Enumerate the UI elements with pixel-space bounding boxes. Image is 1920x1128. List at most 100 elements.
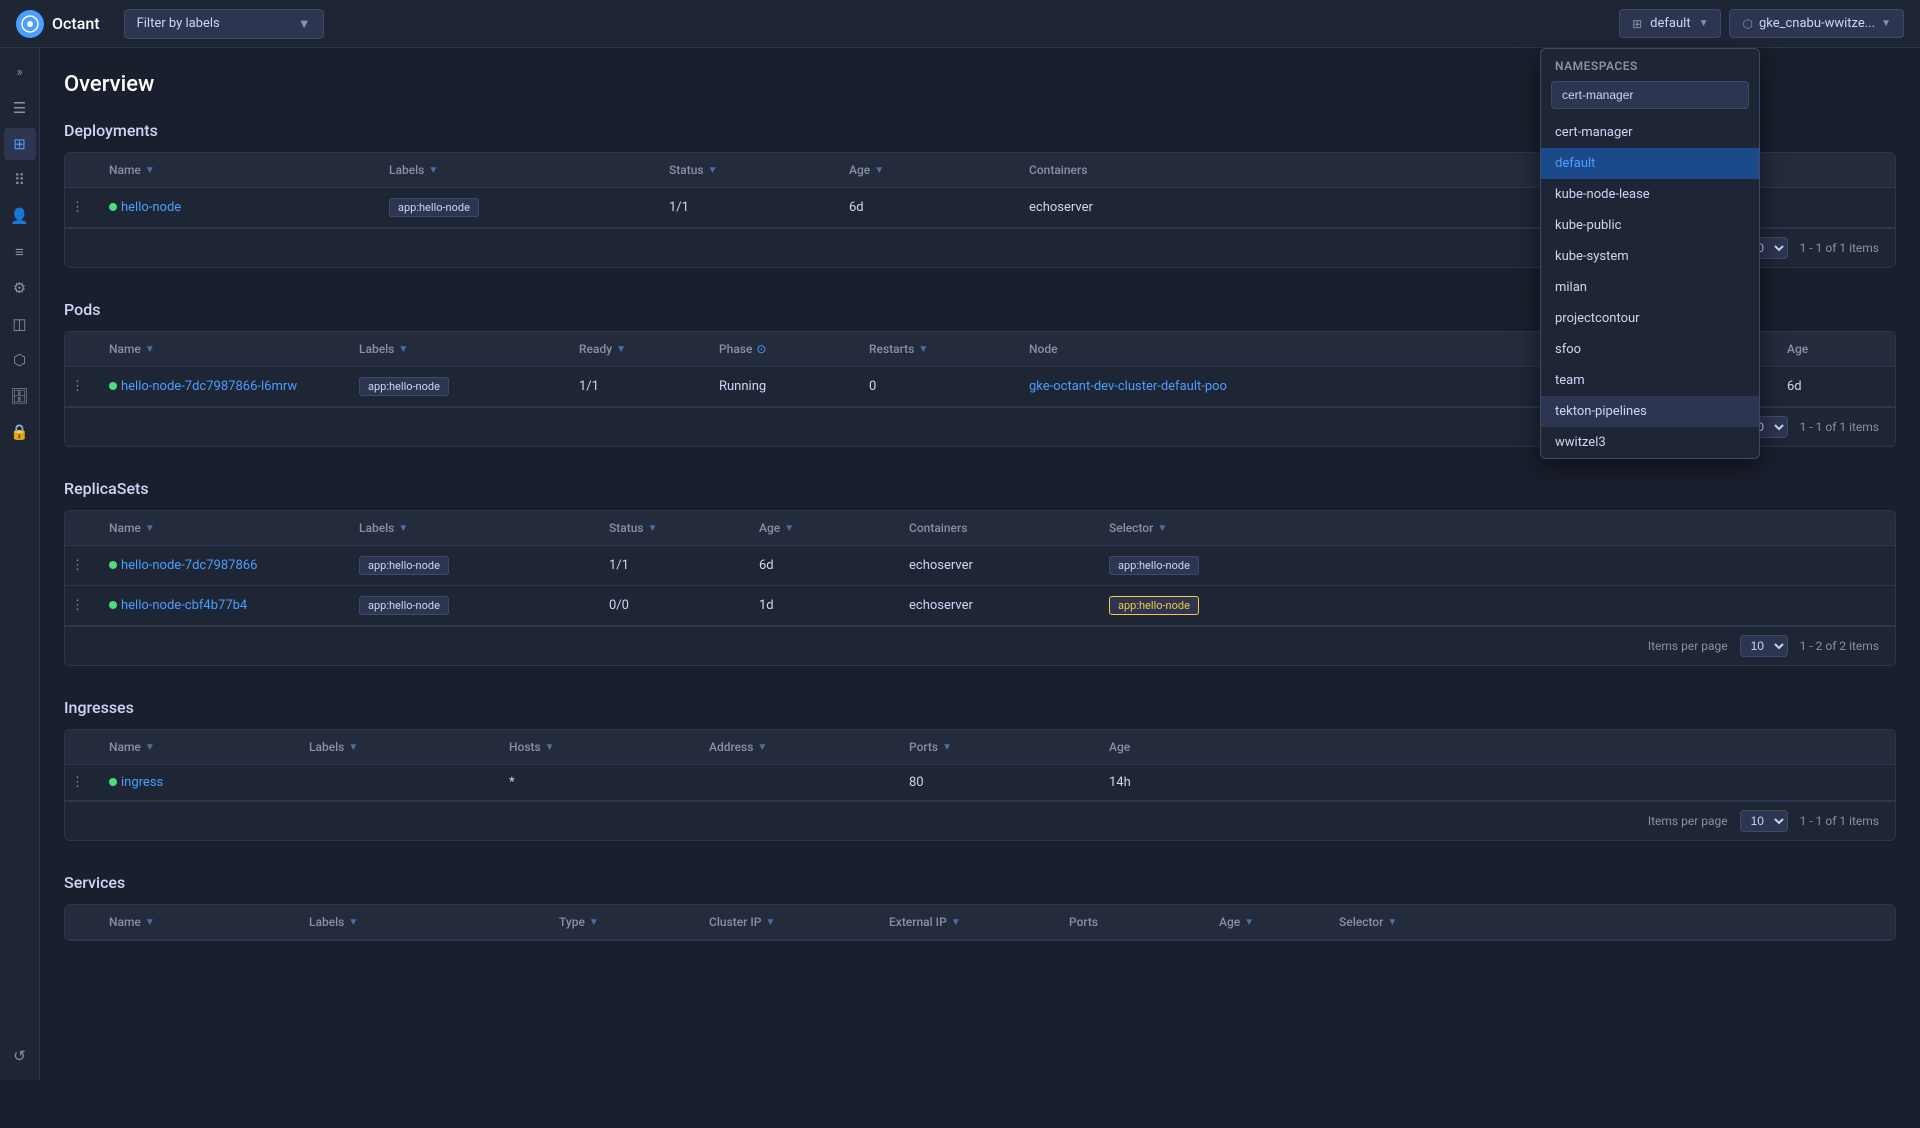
sidebar-expand-button[interactable]: »	[4, 56, 36, 88]
sort-icon-ing-address: ▼	[757, 742, 767, 753]
rs-row-actions-menu-2[interactable]: ⋮	[65, 590, 97, 621]
sort-icon-rs-labels: ▼	[398, 523, 408, 534]
th-svc-name[interactable]: Name ▼	[97, 905, 297, 939]
th-rs-labels[interactable]: Labels ▼	[347, 511, 597, 545]
th-svc-labels[interactable]: Labels ▼	[297, 905, 547, 939]
table-row: ⋮ ingress * 80 14h	[65, 765, 1895, 801]
namespace-item-kube-public[interactable]: kube-public	[1541, 210, 1759, 241]
sidebar-icon-user[interactable]: 👤	[4, 200, 36, 232]
th-pod-name[interactable]: Name ▼	[97, 332, 347, 366]
namespace-item-cert-manager[interactable]: cert-manager	[1541, 117, 1759, 148]
th-actions-spacer	[65, 153, 97, 187]
namespace-item-kube-node-lease[interactable]: kube-node-lease	[1541, 179, 1759, 210]
namespace-item-projectcontour[interactable]: projectcontour	[1541, 303, 1759, 334]
deployment-status: 1/1	[657, 190, 837, 225]
sort-icon-pod-restarts: ▼	[918, 344, 928, 355]
sort-icon-svc-clusterip: ▼	[765, 917, 775, 928]
ing-per-page-select[interactable]: 10 25 50	[1740, 810, 1788, 832]
th-pod-phase[interactable]: Phase ⊙	[707, 332, 857, 366]
th-pod-restarts[interactable]: Restarts ▼	[857, 332, 1017, 366]
namespace-item-tekton-pipelines[interactable]: tekton-pipelines	[1541, 396, 1759, 427]
namespace-grid-icon: ⊞	[1632, 17, 1642, 31]
rs-labels-1: app:hello-node	[347, 546, 597, 585]
namespace-item-default[interactable]: default	[1541, 148, 1759, 179]
th-ing-name[interactable]: Name ▼	[97, 730, 297, 764]
sort-icon-rs-age: ▼	[784, 523, 794, 534]
filter-labels-dropdown[interactable]: Filter by labels ▼	[124, 9, 324, 39]
namespace-search-input[interactable]	[1551, 81, 1749, 109]
th-rs-actions-spacer	[65, 511, 97, 545]
sidebar-icon-layers[interactable]: ◫	[4, 308, 36, 340]
rs-per-page-select[interactable]: 10 25 50	[1740, 635, 1788, 657]
pod-restarts: 0	[857, 369, 1017, 404]
table-row: ⋮ hello-node-cbf4b77b4 app:hello-node 0/…	[65, 586, 1895, 626]
th-dep-labels[interactable]: Labels ▼	[377, 153, 657, 187]
sort-icon-svc-name: ▼	[145, 917, 155, 928]
sidebar-icon-storage[interactable]: 🗄	[4, 380, 36, 412]
th-svc-age[interactable]: Age ▼	[1207, 905, 1327, 939]
th-pod-ready[interactable]: Ready ▼	[567, 332, 707, 366]
rs-name-link-2[interactable]: hello-node-cbf4b77b4	[97, 588, 347, 623]
deployment-age: 6d	[837, 190, 1017, 225]
th-dep-name[interactable]: Name ▼	[97, 153, 377, 187]
ingress-name-link[interactable]: ingress	[97, 765, 297, 800]
sort-icon-pod-labels: ▼	[398, 344, 408, 355]
sidebar-icon-update[interactable]: ↺	[4, 1040, 36, 1072]
sidebar-icon-document[interactable]: ☰	[4, 92, 36, 124]
th-ing-labels[interactable]: Labels ▼	[297, 730, 497, 764]
status-dot-green	[109, 561, 117, 569]
th-ing-address[interactable]: Address ▼	[697, 730, 897, 764]
ingress-age: 14h	[1097, 765, 1895, 800]
namespace-item-sfoo[interactable]: sfoo	[1541, 334, 1759, 365]
th-dep-status[interactable]: Status ▼	[657, 153, 837, 187]
th-rs-name[interactable]: Name ▼	[97, 511, 347, 545]
rs-row-actions-menu-1[interactable]: ⋮	[65, 550, 97, 581]
sidebar-icon-grid[interactable]: ⠿	[4, 164, 36, 196]
th-rs-age[interactable]: Age ▼	[747, 511, 897, 545]
th-rs-status[interactable]: Status ▼	[597, 511, 747, 545]
phase-filter-icon[interactable]: ⊙	[756, 342, 766, 356]
sort-icon-dep-age: ▼	[874, 165, 884, 176]
ing-items-per-page-label: Items per page	[1648, 814, 1728, 828]
th-svc-type[interactable]: Type ▼	[547, 905, 697, 939]
deployment-name-link[interactable]: hello-node	[97, 190, 377, 225]
rs-selector-1: app:hello-node	[1097, 546, 1895, 585]
th-dep-age[interactable]: Age ▼	[837, 153, 1017, 187]
sidebar-icon-security[interactable]: 🔒	[4, 416, 36, 448]
rs-name-link-1[interactable]: hello-node-7dc7987866	[97, 548, 347, 583]
sidebar-icon-settings[interactable]: ⚙	[4, 272, 36, 304]
th-ing-ports[interactable]: Ports ▼	[897, 730, 1097, 764]
namespace-item-team[interactable]: team	[1541, 365, 1759, 396]
namespace-item-wwitzel3[interactable]: wwitzel3	[1541, 427, 1759, 458]
rs-age-1: 6d	[747, 548, 897, 583]
sidebar-icon-dashboard[interactable]: ⊞	[4, 128, 36, 160]
pod-row-actions-menu[interactable]: ⋮	[65, 371, 97, 402]
label-tag: app:hello-node	[359, 596, 449, 615]
selector-tag-1: app:hello-node	[1109, 556, 1199, 575]
th-ing-hosts[interactable]: Hosts ▼	[497, 730, 697, 764]
status-dot-green	[109, 382, 117, 390]
cluster-hex-icon: ⬡	[1742, 17, 1752, 31]
pod-ready: 1/1	[567, 369, 707, 404]
services-section: Services Name ▼ Labels ▼ Type ▼ Cluster …	[64, 873, 1896, 941]
sidebar-icon-list[interactable]: ≡	[4, 236, 36, 268]
sort-icon-ing-ports: ▼	[942, 742, 952, 753]
sidebar-icon-network[interactable]: ⬡	[4, 344, 36, 376]
th-svc-externalip[interactable]: External IP ▼	[877, 905, 1057, 939]
namespace-item-milan[interactable]: milan	[1541, 272, 1759, 303]
app-title: Octant	[52, 14, 100, 33]
th-svc-clusterip[interactable]: Cluster IP ▼	[697, 905, 877, 939]
sort-icon-ing-name: ▼	[145, 742, 155, 753]
table-row: ⋮ hello-node-7dc7987866 app:hello-node 1…	[65, 546, 1895, 586]
row-actions-menu[interactable]: ⋮	[65, 192, 97, 223]
th-pod-labels[interactable]: Labels ▼	[347, 332, 567, 366]
pod-name-link[interactable]: hello-node-7dc7987866-l6mrw	[97, 369, 347, 404]
namespace-item-kube-system[interactable]: kube-system	[1541, 241, 1759, 272]
sort-icon-dep-name: ▼	[145, 165, 155, 176]
ing-row-actions-menu[interactable]: ⋮	[65, 767, 97, 798]
cluster-selector[interactable]: ⬡ gke_cnabu-wwitze... ▼	[1729, 9, 1904, 38]
ing-pagination-count: 1 - 1 of 1 items	[1800, 814, 1879, 828]
namespace-selector[interactable]: ⊞ default ▼	[1619, 9, 1721, 38]
rs-status-2: 0/0	[597, 588, 747, 623]
th-ing-actions-spacer	[65, 730, 97, 764]
